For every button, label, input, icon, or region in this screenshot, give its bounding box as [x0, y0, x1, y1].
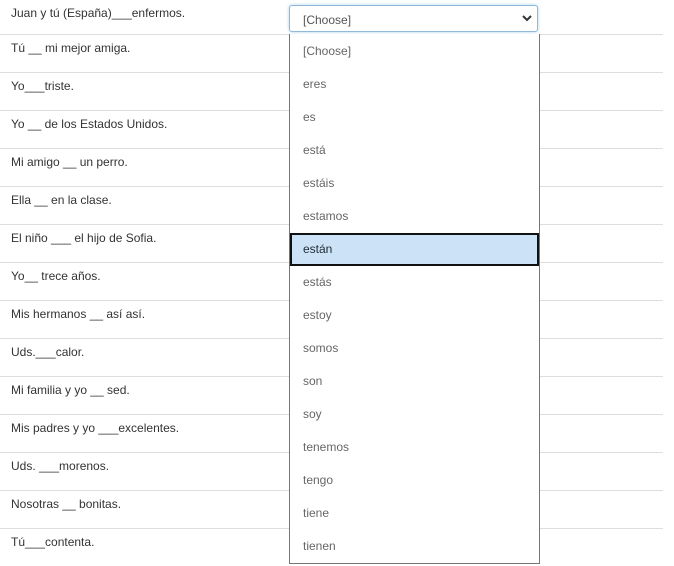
select-option[interactable]: tengo [290, 464, 539, 497]
question-text: Yo __ de los Estados Unidos. [11, 117, 168, 131]
select-option[interactable]: somos [290, 332, 539, 365]
question-text: Mis hermanos __ así así. [11, 307, 146, 321]
question-text: Yo__ trece años. [11, 269, 101, 283]
select-value: [Choose] [303, 13, 352, 27]
select-option[interactable]: estamos [290, 200, 539, 233]
question-text: Tú___contenta. [11, 535, 95, 549]
question-text: Mis padres y yo ___excelentes. [11, 421, 180, 435]
question-text: El niño ___ el hijo de Sofia. [11, 231, 157, 245]
question-text: Juan y tú (España)___enfermos. [11, 6, 186, 20]
question-text: Tú __ mi mejor amiga. [11, 41, 131, 55]
select-dropdown-list[interactable]: [Choose] eres es está estáis estamos están está… [289, 34, 540, 564]
answer-select[interactable]: [Choose] [289, 5, 538, 32]
select-option[interactable]: son [290, 365, 539, 398]
select-option[interactable]: tienen [290, 530, 539, 563]
select-option[interactable]: eres [290, 68, 539, 101]
select-option[interactable]: estás [290, 266, 539, 299]
chevron-down-icon [522, 15, 532, 22]
question-text: Uds. ___morenos. [11, 459, 110, 473]
select-option[interactable]: están [290, 233, 539, 266]
select-option[interactable]: tiene [290, 497, 539, 530]
question-text: Mi amigo __ un perro. [11, 155, 128, 169]
question-text: Ella __ en la clase. [11, 193, 112, 207]
select-option[interactable]: [Choose] [290, 35, 539, 68]
select-option[interactable]: estoy [290, 299, 539, 332]
select-option[interactable]: tenemos [290, 431, 539, 464]
question-text: Yo___triste. [11, 79, 74, 93]
question-text: Uds.___calor. [11, 345, 85, 359]
select-option[interactable]: estáis [290, 167, 539, 200]
select-option[interactable]: soy [290, 398, 539, 431]
select-option[interactable]: es [290, 101, 539, 134]
select-option[interactable]: está [290, 134, 539, 167]
question-text: Mi familia y yo __ sed. [11, 383, 130, 397]
question-text: Nosotras __ bonitas. [11, 497, 122, 511]
